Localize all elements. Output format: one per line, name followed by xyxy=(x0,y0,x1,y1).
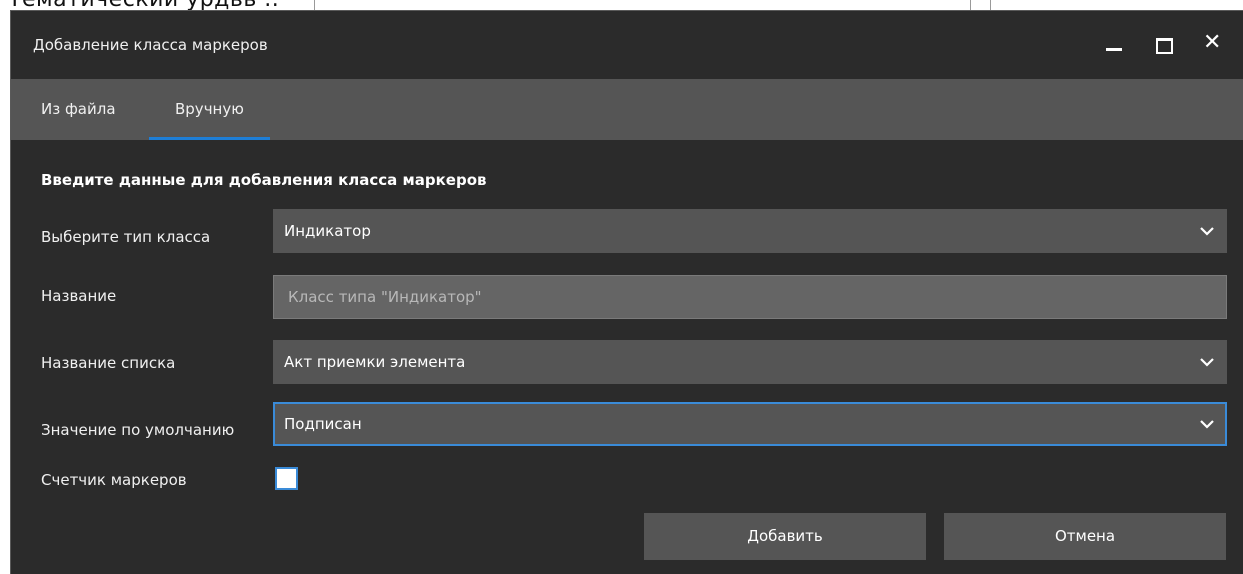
background-app: Тематический урдвь .. xyxy=(0,0,1243,10)
name-label: Название xyxy=(41,287,117,305)
add-button[interactable]: Добавить xyxy=(644,513,926,560)
list-name-value: Акт приемки элемента xyxy=(284,353,466,371)
tab-from-file[interactable]: Из файла xyxy=(41,79,116,140)
dialog-title: Добавление класса маркеров xyxy=(33,36,268,54)
minimize-icon xyxy=(1106,48,1122,51)
chevron-down-icon xyxy=(1200,227,1214,236)
class-type-select[interactable]: Индикатор xyxy=(273,209,1227,253)
tab-manual[interactable]: Вручную xyxy=(149,79,270,140)
tab-bar: Из файла Вручную xyxy=(11,79,1243,140)
class-type-value: Индикатор xyxy=(284,222,371,240)
maximize-icon xyxy=(1156,38,1173,54)
background-grid-line xyxy=(990,0,991,10)
close-icon: ✕ xyxy=(1203,30,1222,55)
background-app-text: Тематический урдвь .. xyxy=(8,0,279,10)
background-grid-line xyxy=(970,0,971,10)
active-tab-indicator xyxy=(149,137,270,140)
name-input[interactable]: Класс типа "Индикатор" xyxy=(273,275,1227,319)
tab-manual-label: Вручную xyxy=(175,100,244,118)
class-type-label: Выберите тип класса xyxy=(41,228,211,246)
cancel-button[interactable]: Отмена xyxy=(944,513,1226,560)
default-value-select[interactable]: Подписан xyxy=(273,402,1227,446)
marker-counter-label: Счетчик маркеров xyxy=(41,471,187,489)
form-heading: Введите данные для добавления класса мар… xyxy=(41,171,487,189)
chevron-down-icon xyxy=(1200,420,1214,429)
chevron-down-icon xyxy=(1200,358,1214,367)
title-bar[interactable]: Добавление класса маркеров ✕ xyxy=(11,11,1243,79)
close-button[interactable]: ✕ xyxy=(1191,11,1235,79)
maximize-button[interactable] xyxy=(1143,11,1187,79)
add-marker-class-dialog: Добавление класса маркеров ✕ Из файла Вр… xyxy=(10,10,1243,574)
background-grid-line xyxy=(314,0,315,10)
list-name-label: Название списка xyxy=(41,354,176,372)
marker-counter-checkbox[interactable] xyxy=(275,467,298,490)
default-value-value: Подписан xyxy=(284,415,362,433)
name-placeholder: Класс типа "Индикатор" xyxy=(288,288,482,306)
minimize-button[interactable] xyxy=(1094,11,1138,79)
default-value-label: Значение по умолчанию xyxy=(41,421,235,439)
list-name-select[interactable]: Акт приемки элемента xyxy=(273,340,1227,384)
